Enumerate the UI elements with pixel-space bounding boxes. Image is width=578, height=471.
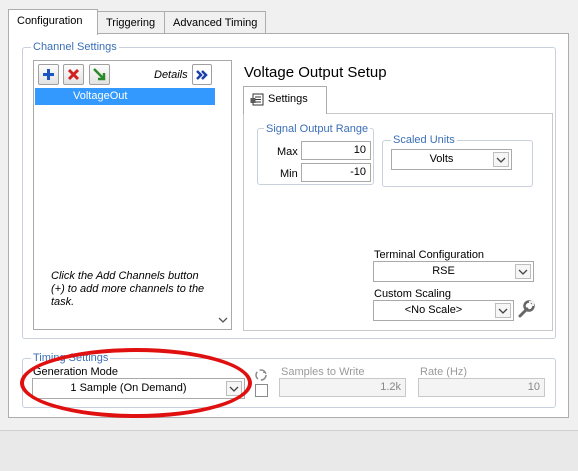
details-expand-button[interactable] [192,64,212,85]
scroll-down-arrow-icon[interactable] [215,315,231,325]
terminal-configuration-label: Terminal Configuration [374,249,485,261]
chevron-down-icon[interactable] [493,152,509,167]
sort-channels-button[interactable] [89,64,110,85]
add-channel-button[interactable] [38,64,59,85]
custom-scaling-select[interactable]: <No Scale> [373,300,514,321]
bottom-strip [0,430,578,471]
chevron-down-icon[interactable] [515,264,531,279]
double-chevron-right-icon [196,69,208,80]
samples-to-write-input[interactable]: 1.2k [279,378,406,397]
delete-x-icon [67,68,80,81]
chevron-down-icon[interactable] [226,381,242,396]
channel-settings-title: Channel Settings [31,41,119,53]
remove-channel-button[interactable] [63,64,84,85]
custom-scaling-value: <No Scale> [404,304,463,316]
channel-list-scrollbar[interactable] [215,62,231,328]
max-label: Max [277,146,298,158]
arrow-down-right-icon [93,68,106,81]
min-input[interactable]: -10 [301,163,371,182]
plus-icon [43,69,54,80]
details-label: Details [154,69,188,81]
setup-title: Voltage Output Setup [244,64,387,81]
channel-list-item[interactable]: VoltageOut [35,88,215,105]
settings-sheet-icon [250,93,264,106]
add-channels-hint: Click the Add Channels button (+) to add… [51,270,205,308]
max-input[interactable]: 10 [301,141,371,160]
rate-input[interactable]: 10 [418,378,545,397]
scaled-units-title: Scaled Units [391,134,457,146]
timing-settings-title: Timing Settings [31,352,111,364]
tab-configuration[interactable]: Configuration [8,9,98,35]
rate-label: Rate (Hz) [420,366,468,378]
signal-output-range-title: Signal Output Range [264,123,371,135]
generation-mode-value: 1 Sample (On Demand) [70,382,187,394]
regenerate-checkbox[interactable] [255,384,268,397]
scaled-units-value: Volts [429,153,454,165]
custom-scaling-label: Custom Scaling [374,288,452,300]
min-label: Min [280,168,298,180]
chevron-down-icon[interactable] [495,303,511,318]
tab-advanced-timing[interactable]: Advanced Timing [164,11,266,33]
settings-tab-label: Settings [268,93,308,105]
samples-to-write-label: Samples to Write [281,366,365,378]
regenerate-cycle-icon [254,368,268,382]
generation-mode-label: Generation Mode [33,366,118,378]
tab-triggering[interactable]: Triggering [97,11,165,33]
terminal-configuration-value: RSE [432,265,455,277]
scaled-units-select[interactable]: Volts [391,149,512,170]
tab-settings[interactable]: Settings [243,86,327,114]
generation-mode-select[interactable]: 1 Sample (On Demand) [32,378,245,399]
channel-list-panel: Details VoltageOut Click the Add Channel… [33,60,232,330]
terminal-configuration-select[interactable]: RSE [373,261,534,282]
wrench-icon[interactable] [516,299,536,319]
